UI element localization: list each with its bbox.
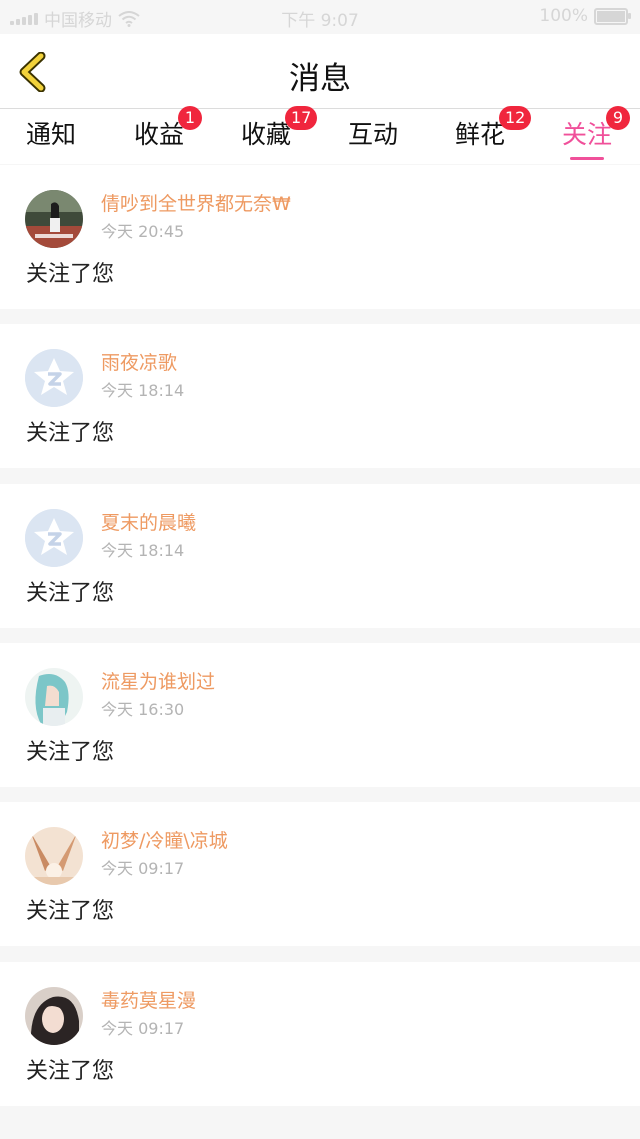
user-name[interactable]: 初梦/冷瞳\凉城 bbox=[101, 826, 228, 853]
user-name[interactable]: 流星为谁划过 bbox=[101, 667, 215, 694]
message-text: 关注了您 bbox=[26, 740, 115, 765]
tab-earnings[interactable]: 收益 1 bbox=[114, 106, 204, 163]
list-item[interactable]: 倩吵到全世界都无奈₩ 今天 20:45 关注了您 bbox=[0, 165, 640, 309]
avatar[interactable] bbox=[25, 509, 83, 567]
list-item[interactable]: 雨夜凉歌 今天 18:14 关注了您 bbox=[0, 324, 640, 468]
message-text: 关注了您 bbox=[26, 899, 115, 924]
message-text: 关注了您 bbox=[26, 581, 115, 606]
message-text: 关注了您 bbox=[26, 1059, 115, 1084]
timestamp: 今天 16:30 bbox=[101, 700, 185, 719]
timestamp: 今天 18:14 bbox=[101, 381, 185, 400]
list-item[interactable]: 毒药莫星漫 今天 09:17 关注了您 bbox=[0, 962, 640, 1106]
tab-label: 互动 bbox=[347, 120, 398, 149]
timestamp: 今天 09:17 bbox=[101, 859, 185, 878]
user-name[interactable]: 夏末的晨曦 bbox=[101, 508, 196, 535]
tab-label: 收益 bbox=[133, 120, 184, 149]
user-name[interactable]: 雨夜凉歌 bbox=[101, 348, 177, 375]
avatar[interactable] bbox=[25, 349, 83, 407]
default-star-avatar-icon bbox=[25, 509, 83, 567]
tab-interactions[interactable]: 互动 bbox=[328, 115, 418, 163]
user-name[interactable]: 毒药莫星漫 bbox=[101, 986, 196, 1013]
navigation-bar: 消息 bbox=[0, 34, 640, 109]
avatar[interactable] bbox=[25, 827, 83, 885]
message-text: 关注了您 bbox=[26, 262, 115, 287]
tab-label: 收藏 bbox=[240, 120, 291, 149]
list-item[interactable]: 流星为谁划过 今天 16:30 关注了您 bbox=[0, 643, 640, 787]
unread-badge: 9 bbox=[606, 106, 630, 130]
unread-badge: 17 bbox=[285, 106, 318, 130]
unread-badge: 1 bbox=[178, 106, 202, 130]
status-right: 100% bbox=[539, 6, 631, 26]
active-tab-indicator bbox=[570, 157, 604, 160]
unread-badge: 12 bbox=[499, 106, 532, 130]
list-item[interactable]: 初梦/冷瞳\凉城 今天 09:17 关注了您 bbox=[0, 802, 640, 946]
user-name[interactable]: 倩吵到全世界都无奈₩ bbox=[101, 189, 291, 216]
timestamp: 今天 09:17 bbox=[101, 1019, 185, 1038]
tab-label: 关注 bbox=[561, 120, 612, 149]
tab-favorites[interactable]: 收藏 17 bbox=[221, 106, 318, 163]
timestamp: 今天 20:45 bbox=[101, 222, 185, 241]
battery-percent: 100% bbox=[539, 6, 588, 26]
timestamp: 今天 18:14 bbox=[101, 541, 185, 560]
tab-label: 鲜花 bbox=[454, 120, 505, 149]
message-text: 关注了您 bbox=[26, 421, 115, 446]
avatar[interactable] bbox=[25, 668, 83, 726]
avatar[interactable] bbox=[25, 190, 83, 248]
tab-label: 通知 bbox=[25, 120, 76, 149]
page-title: 消息 bbox=[289, 61, 351, 97]
tab-follows[interactable]: 关注 9 bbox=[542, 106, 632, 163]
avatar[interactable] bbox=[25, 987, 83, 1045]
battery-icon bbox=[594, 7, 631, 25]
tab-flowers[interactable]: 鲜花 12 bbox=[435, 106, 532, 163]
default-star-avatar-icon bbox=[25, 349, 83, 407]
status-bar: 中国移动 下午 9:07 100% bbox=[0, 0, 640, 34]
tab-notifications[interactable]: 通知 bbox=[6, 115, 96, 163]
tab-bar: 通知 收益 1 收藏 17 互动 鲜花 12 关注 9 bbox=[0, 106, 640, 164]
list-item[interactable]: 夏末的晨曦 今天 18:14 关注了您 bbox=[0, 484, 640, 628]
